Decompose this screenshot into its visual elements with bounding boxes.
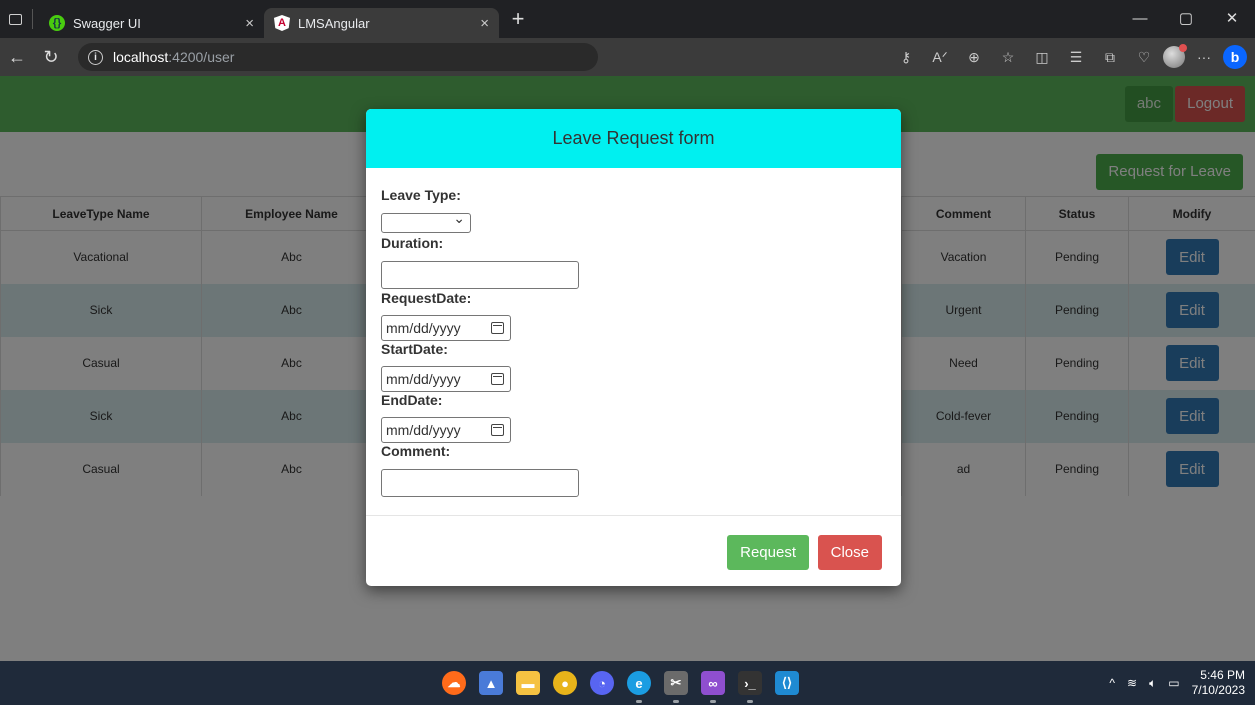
photos-app-icon[interactable]: ▲ xyxy=(479,671,503,695)
system-tray: ^ ≋ 🔈︎ ▭ 5:46 PM 7/10/2023 xyxy=(1109,661,1245,705)
close-window-button[interactable]: ✕ xyxy=(1209,0,1255,38)
url-host: localhost xyxy=(113,49,169,65)
window-controls: — ▢ ✕ xyxy=(1117,0,1255,38)
key-icon[interactable]: ⚷ xyxy=(891,49,921,66)
taskbar-apps: ☁ ▲ ▬ ● ◔ e ✂ ∞ ›_ ⟨⟩ xyxy=(405,661,799,705)
tab-close-icon[interactable]: × xyxy=(480,15,489,32)
modal-footer: Request Close xyxy=(366,515,901,586)
date-placeholder: mm/dd/yyyy xyxy=(386,371,461,387)
url-text: localhost:4200/user xyxy=(113,49,234,65)
tab-title: LMSAngular xyxy=(298,15,370,31)
tab-swagger-ui[interactable]: {} Swagger UI × xyxy=(39,8,264,38)
minimize-button[interactable]: — xyxy=(1117,0,1163,38)
windows-start-icon[interactable] xyxy=(405,671,429,695)
modal-body: Leave Type: Duration: RequestDate: mm/dd… xyxy=(366,168,901,515)
terminal-icon[interactable]: ›_ xyxy=(738,671,762,703)
calendar-icon[interactable] xyxy=(491,322,504,334)
date-placeholder: mm/dd/yyyy xyxy=(386,422,461,438)
modal-header: Leave Request form xyxy=(366,109,901,168)
wifi-icon[interactable]: ≋ xyxy=(1127,676,1137,690)
new-tab-button[interactable]: + xyxy=(503,6,533,32)
windows-taskbar: ☁ ▲ ▬ ● ◔ e ✂ ∞ ›_ ⟨⟩ ^ ≋ 🔈︎ ▭ 5:46 PM 7… xyxy=(0,661,1255,705)
volume-icon[interactable]: 🔈︎ xyxy=(1149,676,1156,691)
cloud-app-icon[interactable]: ☁ xyxy=(442,671,466,695)
request-date-label: RequestDate: xyxy=(381,290,472,306)
browser-essentials-icon[interactable]: ♡ xyxy=(1129,49,1159,66)
battery-icon[interactable]: ▭ xyxy=(1168,676,1179,690)
calendar-icon[interactable] xyxy=(491,424,504,436)
favorite-star-icon[interactable]: ☆ xyxy=(993,49,1023,66)
tab-actions-icon xyxy=(8,13,22,25)
refresh-icon[interactable]: ↻ xyxy=(34,47,68,68)
start-date-input[interactable]: mm/dd/yyyy xyxy=(381,366,511,392)
calendar-icon[interactable] xyxy=(491,373,504,385)
profile-avatar-icon[interactable] xyxy=(1163,44,1187,68)
collections-icon[interactable]: ⧉ xyxy=(1095,49,1125,66)
leave-request-modal: Leave Request form Leave Type: Duration:… xyxy=(366,109,901,586)
vscode-icon[interactable]: ⟨⟩ xyxy=(775,671,799,695)
end-date-input[interactable]: mm/dd/yyyy xyxy=(381,417,511,443)
split-screen-icon[interactable]: ◫ xyxy=(1027,49,1057,66)
leave-type-select[interactable] xyxy=(381,210,471,233)
comment-input[interactable] xyxy=(381,469,579,497)
request-date-input[interactable]: mm/dd/yyyy xyxy=(381,315,511,341)
leave-type-label: Leave Type: xyxy=(381,187,461,203)
back-icon[interactable]: ← xyxy=(0,47,34,68)
tab-title: Swagger UI xyxy=(73,15,141,31)
file-explorer-icon[interactable]: ▬ xyxy=(516,671,540,695)
angular-favicon-icon: A xyxy=(274,15,290,31)
page-content: abc Logout Request for Leave LeaveType N… xyxy=(0,76,1255,661)
more-menu-icon[interactable]: ··· xyxy=(1189,49,1219,65)
read-aloud-icon[interactable]: Aᐟ xyxy=(925,49,955,66)
end-date-label: EndDate: xyxy=(381,392,443,408)
browser-toolbar: ⚷ Aᐟ ⊕ ☆ ◫ ☰ ⧉ ♡ ··· b xyxy=(891,38,1247,76)
comment-label: Comment: xyxy=(381,443,451,459)
tab-lmsangular[interactable]: A LMSAngular × xyxy=(264,8,499,38)
bing-copilot-icon[interactable]: b xyxy=(1223,45,1247,69)
edge-browser-icon[interactable]: e xyxy=(627,671,651,703)
clock-date: 7/10/2023 xyxy=(1191,683,1245,697)
favorites-list-icon[interactable]: ☰ xyxy=(1061,49,1091,66)
address-bar-row: ← ↻ i localhost:4200/user ⚷ Aᐟ ⊕ ☆ ◫ ☰ ⧉… xyxy=(0,38,1255,76)
duration-input[interactable] xyxy=(381,261,579,289)
tab-close-icon[interactable]: × xyxy=(245,15,254,32)
start-date-label: StartDate: xyxy=(381,341,448,357)
clock[interactable]: 5:46 PM 7/10/2023 xyxy=(1192,668,1245,698)
tab-actions-button[interactable] xyxy=(0,0,30,38)
tray-overflow-icon[interactable]: ^ xyxy=(1109,676,1115,690)
close-button[interactable]: Close xyxy=(817,535,882,570)
url-path: :4200/user xyxy=(168,49,235,65)
duration-label: Duration: xyxy=(381,235,444,251)
zoom-icon[interactable]: ⊕ xyxy=(959,49,989,66)
swagger-favicon-icon: {} xyxy=(49,15,65,31)
url-input[interactable]: i localhost:4200/user xyxy=(78,43,598,71)
visual-studio-icon[interactable]: ∞ xyxy=(701,671,725,703)
discord-icon[interactable]: ◔ xyxy=(590,671,614,695)
browser-tab-bar: {} Swagger UI × A LMSAngular × + — ▢ ✕ xyxy=(0,0,1255,38)
tab-separator xyxy=(32,9,33,29)
site-info-icon[interactable]: i xyxy=(88,49,103,65)
date-placeholder: mm/dd/yyyy xyxy=(386,320,461,336)
modal-title: Leave Request form xyxy=(552,128,715,148)
maximize-button[interactable]: ▢ xyxy=(1163,0,1209,38)
chrome-icon[interactable]: ● xyxy=(553,671,577,695)
snipping-tool-icon[interactable]: ✂ xyxy=(664,671,688,703)
request-button[interactable]: Request xyxy=(727,535,809,570)
clock-time: 5:46 PM xyxy=(1200,668,1245,682)
